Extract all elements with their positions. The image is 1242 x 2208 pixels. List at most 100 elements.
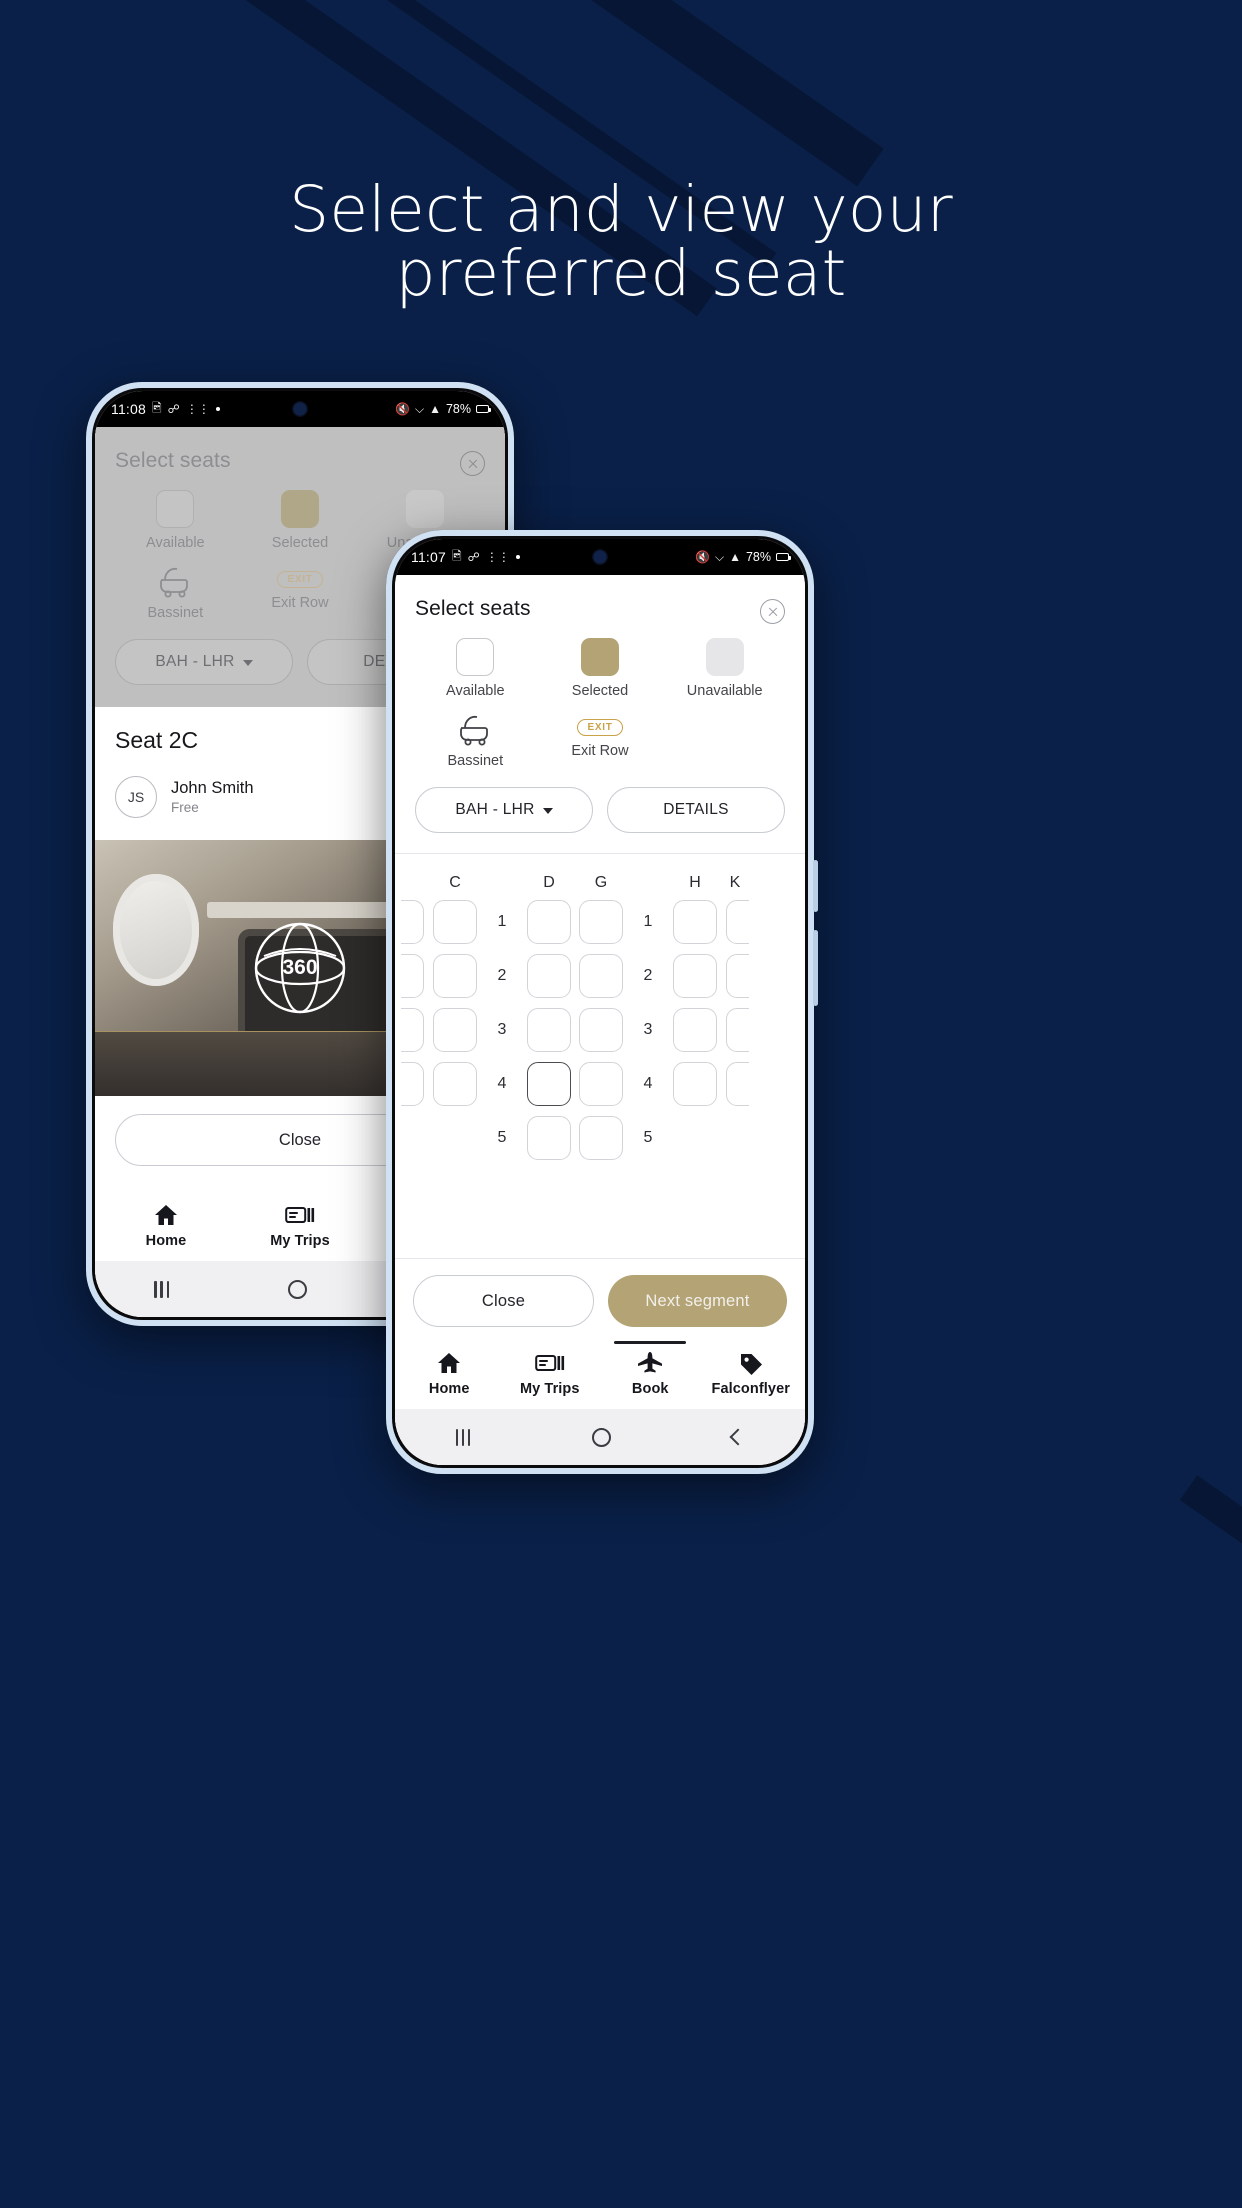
seat-cell[interactable]	[433, 1062, 477, 1106]
back-icon[interactable]	[729, 1428, 747, 1446]
row-number: 1	[643, 913, 653, 930]
cabin-window	[113, 874, 199, 986]
close-circle-icon[interactable]	[460, 451, 485, 476]
legend-item-bassinet: Bassinet	[413, 712, 538, 769]
view-360-icon[interactable]: 360	[244, 912, 356, 1024]
unavailable-swatch	[405, 490, 444, 528]
apps-icon: ⋮⋮	[485, 550, 510, 564]
seat-cell[interactable]	[579, 900, 623, 944]
seat-cell[interactable]	[433, 900, 477, 944]
legend-item-spacer	[662, 712, 787, 769]
stripe	[1180, 1475, 1242, 2074]
tab-home-back[interactable]: Home	[99, 1203, 233, 1249]
row-number: 5	[643, 1129, 653, 1146]
wifi-icon: ⌵	[414, 401, 425, 416]
tab-falconflyer-front[interactable]: Falconflyer	[701, 1351, 802, 1397]
segment-selector-back[interactable]: BAH - LHR	[115, 639, 293, 685]
seat-cell[interactable]	[673, 1008, 717, 1052]
selected-swatch	[281, 490, 319, 528]
seat-cell[interactable]	[673, 1062, 717, 1106]
seat-cell[interactable]	[579, 1116, 623, 1160]
tab-label: My Trips	[519, 1381, 580, 1397]
seat-legend-front: Available Selected Unavailable Bassinet …	[395, 624, 805, 769]
app-screen-front: Select seats Available Selected Unavaila…	[395, 575, 805, 1465]
tab-label: Book	[631, 1381, 669, 1397]
home-circle-icon[interactable]	[287, 1279, 307, 1299]
close-button-front[interactable]: Close	[413, 1275, 594, 1327]
image-icon: 🖻	[452, 548, 462, 563]
seat-cell[interactable]	[433, 954, 477, 998]
close-label: Close	[481, 1291, 526, 1310]
column-label: K	[729, 874, 741, 891]
seat-column-headers: C D G H K	[395, 874, 805, 892]
column-label: D	[543, 874, 555, 891]
seat-row: 2 2	[401, 954, 795, 998]
row-number: 4	[643, 1075, 653, 1092]
legend-label: Unavailable	[686, 683, 763, 699]
seat-cell[interactable]	[579, 954, 623, 998]
passenger-name: John Smith	[171, 779, 254, 797]
row-number: 1	[497, 913, 507, 930]
close-label: Close	[278, 1130, 322, 1149]
exit-badge: EXIT	[577, 719, 623, 736]
dot-icon	[215, 407, 220, 411]
seat-rows: 1 1 2 2 3 3 4 4 5 5	[395, 892, 805, 1160]
apps-icon: ⋮⋮	[185, 402, 210, 416]
recents-icon[interactable]	[455, 1428, 471, 1446]
available-swatch	[156, 490, 195, 528]
action-buttons: Close Next segment	[395, 1259, 805, 1341]
image-icon: 🖻	[152, 400, 162, 415]
legend-label: Exit Row	[571, 743, 629, 759]
seat-cell[interactable]	[527, 1008, 571, 1052]
status-time: 11:07	[411, 549, 446, 565]
dot-icon	[515, 555, 520, 559]
segment-label: BAH - LHR	[455, 801, 535, 818]
status-bar-back: 11:08 🖻 ☍ ⋮⋮ 🔇 ⌵ ▲ 78%	[95, 391, 505, 427]
tab-my-trips-back[interactable]: My Trips	[233, 1203, 367, 1249]
seat-row: 4 4	[401, 1062, 795, 1106]
details-button-front[interactable]: DETAILS	[607, 787, 785, 833]
signal-icon: ▲	[429, 402, 441, 416]
legend-label: Bassinet	[447, 753, 504, 769]
phone-mockup-front: 11:07 🖻 ☍ ⋮⋮ 🔇 ⌵ ▲ 78% Select seats Avai…	[386, 530, 818, 1474]
home-circle-icon[interactable]	[591, 1427, 611, 1447]
headline-line-1: Select and view your	[289, 173, 953, 246]
seat-cell[interactable]	[527, 1116, 571, 1160]
next-label: Next segment	[645, 1291, 750, 1310]
android-nav-bar-front	[395, 1409, 805, 1465]
legend-item-selected: Selected	[538, 638, 663, 699]
plane-icon	[638, 1352, 663, 1373]
seat-cell-selected[interactable]	[527, 1062, 571, 1106]
tab-my-trips-front[interactable]: My Trips	[500, 1351, 601, 1397]
camera-punchhole	[293, 402, 307, 416]
tab-home-front[interactable]: Home	[399, 1351, 500, 1397]
row-number: 3	[497, 1021, 507, 1038]
seat-cell[interactable]	[579, 1008, 623, 1052]
status-time: 11:08	[111, 401, 146, 417]
sheet-title: Select seats	[415, 597, 531, 620]
exit-badge: EXIT	[277, 571, 323, 588]
seat-cell[interactable]	[579, 1062, 623, 1106]
status-bar-front: 11:07 🖻 ☍ ⋮⋮ 🔇 ⌵ ▲ 78%	[395, 539, 805, 575]
seat-cell[interactable]	[673, 900, 717, 944]
column-label: H	[689, 874, 701, 891]
tab-book-front[interactable]: Book	[600, 1341, 701, 1397]
recents-icon[interactable]	[154, 1280, 170, 1298]
battery-icon	[476, 405, 491, 413]
seat-cell[interactable]	[527, 954, 571, 998]
battery-icon	[776, 553, 791, 561]
tab-label: Home	[428, 1381, 470, 1397]
next-segment-button[interactable]: Next segment	[608, 1275, 787, 1327]
seat-cell[interactable]	[433, 1008, 477, 1052]
seat-map[interactable]: C D G H K 1 1 2 2 3 3 4 4 5 5	[395, 854, 805, 1258]
segment-selector-front[interactable]: BAH - LHR	[415, 787, 593, 833]
signal-icon: ▲	[729, 550, 741, 564]
battery-percent: 78%	[445, 402, 471, 416]
seat-cell[interactable]	[527, 900, 571, 944]
details-label: DETAILS	[663, 801, 729, 818]
row-number: 2	[497, 967, 507, 984]
legend-label: Available	[446, 683, 505, 699]
seat-cell[interactable]	[673, 954, 717, 998]
legend-label: Selected	[271, 535, 329, 551]
close-circle-icon[interactable]	[760, 599, 785, 624]
